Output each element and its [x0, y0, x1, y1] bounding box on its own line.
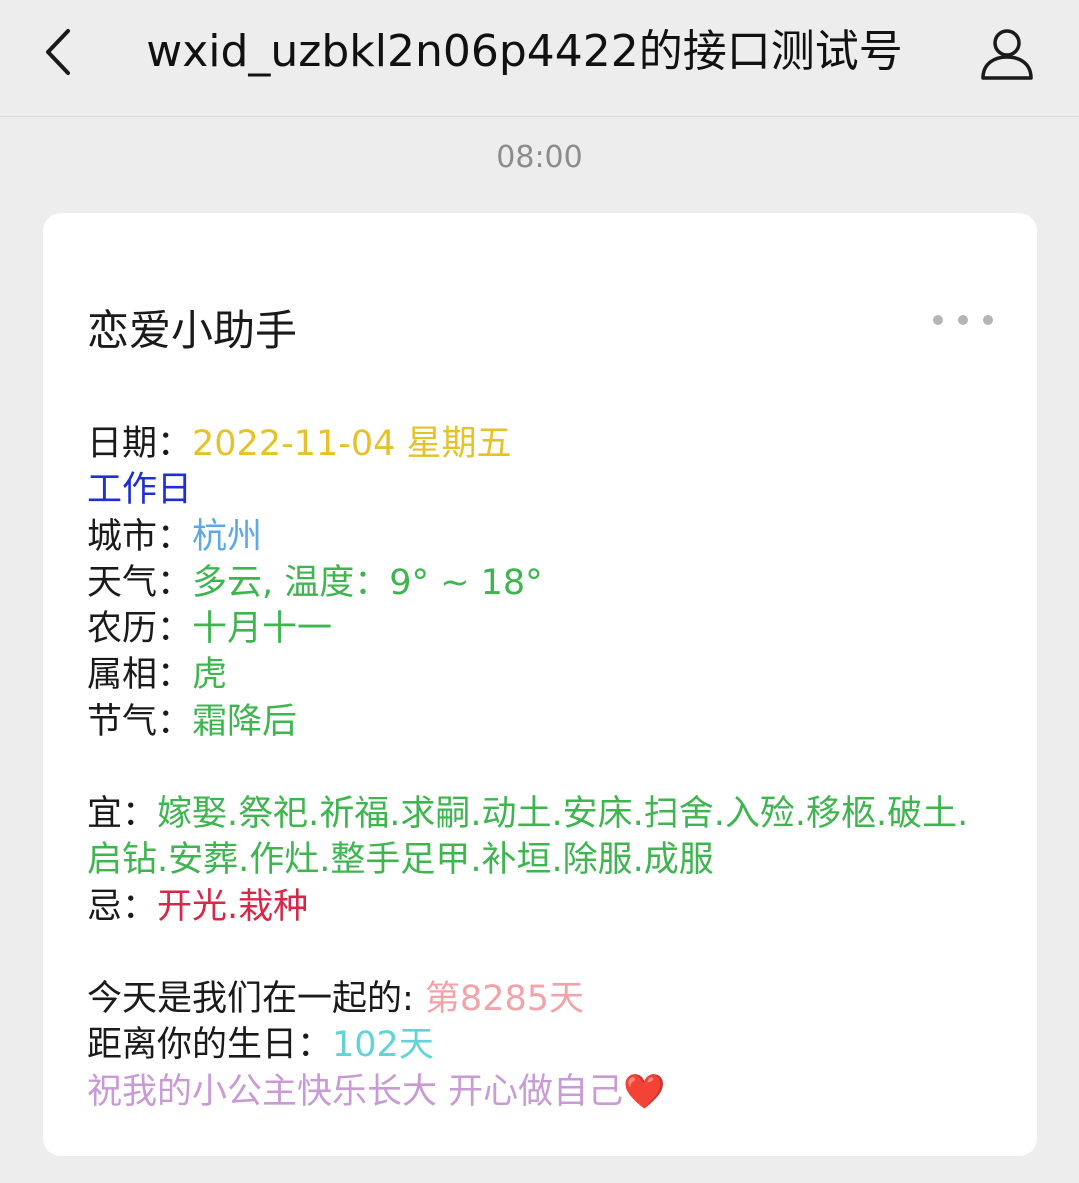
suitable-row: 宜：嫁娶.祭祀.祈福.求嗣.动土.安床.扫舍.入殓.移柩.破土.启钻.安葬.作灶… — [87, 791, 987, 884]
solar-term-label: 节气： — [87, 701, 193, 742]
more-dot-icon — [958, 315, 968, 325]
weather-value: 多云, 温度：9° ~ 18° — [192, 562, 543, 603]
suitable-value: 嫁娶.祭祀.祈福.求嗣.动土.安床.扫舍.入殓.移柩.破土.启钻.安葬.作灶.整… — [87, 794, 969, 881]
back-button[interactable] — [28, 20, 88, 84]
user-icon — [981, 29, 1033, 80]
chat-title: wxid_uzbkl2n06p4422的接口测试号 — [146, 26, 903, 77]
suitable-label: 宜： — [87, 794, 158, 835]
birthday-value: 102天 — [332, 1025, 434, 1066]
together-row: 今天是我们在一起的: 第8285天 — [87, 976, 987, 1022]
more-dot-icon — [983, 315, 993, 325]
lunar-row: 农历：十月十一 — [87, 606, 987, 652]
date-label: 日期： — [87, 424, 193, 464]
chevron-left-icon — [46, 29, 70, 75]
message-timestamp: 08:00 — [496, 140, 583, 175]
city-value: 杭州 — [192, 516, 263, 557]
zodiac-row: 属相：虎 — [87, 652, 987, 698]
solar-term-value: 霜降后 — [192, 701, 298, 742]
zodiac-value: 虎 — [192, 655, 228, 696]
together-label: 今天是我们在一起的: — [87, 978, 425, 1019]
weather-row: 天气：多云, 温度：9° ~ 18° — [87, 560, 987, 606]
heart-icon: ❤️ — [623, 1071, 666, 1112]
city-row: 城市：杭州 — [87, 514, 987, 560]
together-value: 第8285天 — [424, 978, 584, 1019]
profile-button[interactable] — [975, 22, 1039, 86]
weather-label: 天气： — [87, 562, 193, 603]
city-label: 城市： — [87, 516, 193, 557]
avoid-label: 忌： — [87, 886, 158, 927]
wish-text: 祝我的小公主快乐长大 开心做自己 — [87, 1071, 624, 1112]
card-content: 日期：2022-11-04 星期五 工作日 城市：杭州 天气：多云, 温度：9°… — [87, 421, 987, 1115]
workday-value: 工作日 — [87, 470, 193, 511]
zodiac-label: 属相： — [87, 655, 193, 696]
more-dot-icon — [933, 315, 943, 325]
lunar-value: 十月十一 — [192, 609, 333, 650]
top-bar: wxid_uzbkl2n06p4422的接口测试号 — [0, 0, 1079, 117]
date-row: 日期：2022-11-04 星期五 — [87, 421, 987, 467]
solar-term-row: 节气：霜降后 — [87, 699, 987, 745]
more-button[interactable] — [933, 305, 993, 335]
template-message-card[interactable]: 恋爱小助手 日期：2022-11-04 星期五 工作日 城市：杭州 天气：多云,… — [43, 213, 1037, 1156]
date-value: 2022-11-04 星期五 — [192, 424, 512, 464]
avoid-value: 开光.栽种 — [157, 886, 309, 927]
birthday-row: 距离你的生日：102天 — [87, 1022, 987, 1068]
wish-row: 祝我的小公主快乐长大 开心做自己❤️ — [87, 1069, 987, 1115]
lunar-label: 农历： — [87, 609, 193, 650]
workday-row: 工作日 — [87, 467, 987, 513]
avoid-row: 忌：开光.栽种 — [87, 884, 987, 930]
card-title: 恋爱小助手 — [87, 306, 298, 355]
birthday-label: 距离你的生日： — [87, 1025, 333, 1066]
